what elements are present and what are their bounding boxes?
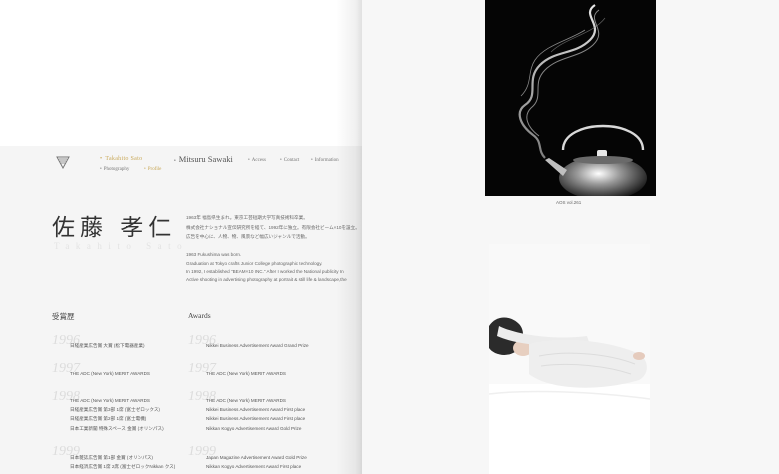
award-item-en: THE ADC (New York) MERIT AWARDS bbox=[206, 371, 286, 376]
nav-dot-icon: • bbox=[100, 156, 103, 162]
kettle-smoke-image bbox=[485, 0, 656, 196]
nav-photography[interactable]: • Photography bbox=[100, 167, 129, 172]
reclining-woman-image bbox=[489, 244, 650, 474]
award-item-jp: 日経産業広告賞 大賞 (松下電器産業) bbox=[70, 343, 145, 348]
awards-heading-en: Awards bbox=[188, 311, 211, 320]
profile-name-en: Takahito Sato bbox=[54, 241, 189, 251]
gallery-photo-portrait[interactable] bbox=[489, 244, 650, 474]
award-item-en: THE ADC (New York) MERIT AWARDS bbox=[206, 398, 286, 403]
gallery-panel: AOS vol.261 bbox=[362, 0, 779, 474]
logo-icon[interactable] bbox=[56, 155, 70, 169]
award-item-en: Japan Magazine Advertisement Award Gold … bbox=[206, 455, 307, 460]
profile-page: • Takahito Sato • Mitsuru Sawaki • Access •… bbox=[0, 0, 362, 474]
award-item-jp: 日経産業広告賞 第3部 1席 (富士ゼロックス) bbox=[70, 407, 160, 412]
award-item-jp: 日経産業広告賞 第2部 1席 (富士電機) bbox=[70, 416, 147, 421]
awards-heading-jp: 受賞歴 bbox=[52, 312, 75, 321]
award-item-jp: 日本雑誌広告賞 第1部 金賞 (オリンパス) bbox=[70, 455, 153, 460]
nav-contact[interactable]: • Contact bbox=[280, 158, 299, 163]
profile-content-area bbox=[0, 146, 362, 474]
nav-dot-icon: • bbox=[311, 158, 313, 163]
page-divider-shadow bbox=[336, 0, 364, 474]
profile-name-jp: 佐藤 孝仁 bbox=[52, 215, 177, 241]
nav-dot-icon: • bbox=[100, 167, 102, 172]
nav-takahito-sato[interactable]: • Takahito Sato bbox=[100, 156, 142, 162]
award-item-en: Nikkei Business Advertisement Award Firs… bbox=[206, 407, 306, 412]
nav-mitsuru-sawaki[interactable]: • Mitsuru Sawaki bbox=[174, 154, 233, 164]
nav-access[interactable]: • Access bbox=[248, 158, 266, 163]
award-item-jp: THE ADC (New York) MERIT AWARDS bbox=[70, 371, 150, 376]
nav-information[interactable]: • Information bbox=[311, 158, 339, 163]
nav-profile[interactable]: • Profile bbox=[144, 167, 161, 172]
award-item-en: Nikkan Kogyo Advertisement Award Gold Pr… bbox=[206, 426, 302, 431]
award-item-jp: 日本工業新聞 特殊スペース 金賞 (オリンパス) bbox=[70, 426, 164, 431]
award-item-jp: THE ADC (New York) MERIT AWARDS bbox=[70, 398, 150, 403]
nav-dot-icon: • bbox=[174, 159, 176, 164]
award-item-en: Nikkan Kogyo Advertisement Award First p… bbox=[206, 464, 302, 469]
award-item-en: Nikkei Business Advertisement Award Firs… bbox=[206, 416, 306, 421]
award-item-en: Nikkei Business Advertisement Award Gran… bbox=[206, 343, 309, 348]
award-item-jp: 日本経済広告賞 1席 2席 (富士ゼロックNikkan クス) bbox=[70, 464, 176, 469]
nav-dot-icon: • bbox=[144, 167, 146, 172]
photo-caption: AOS vol.261 bbox=[556, 200, 582, 205]
nav-dot-icon: • bbox=[248, 158, 250, 163]
gallery-photo-kettle[interactable] bbox=[485, 0, 656, 196]
nav-dot-icon: • bbox=[280, 158, 282, 163]
